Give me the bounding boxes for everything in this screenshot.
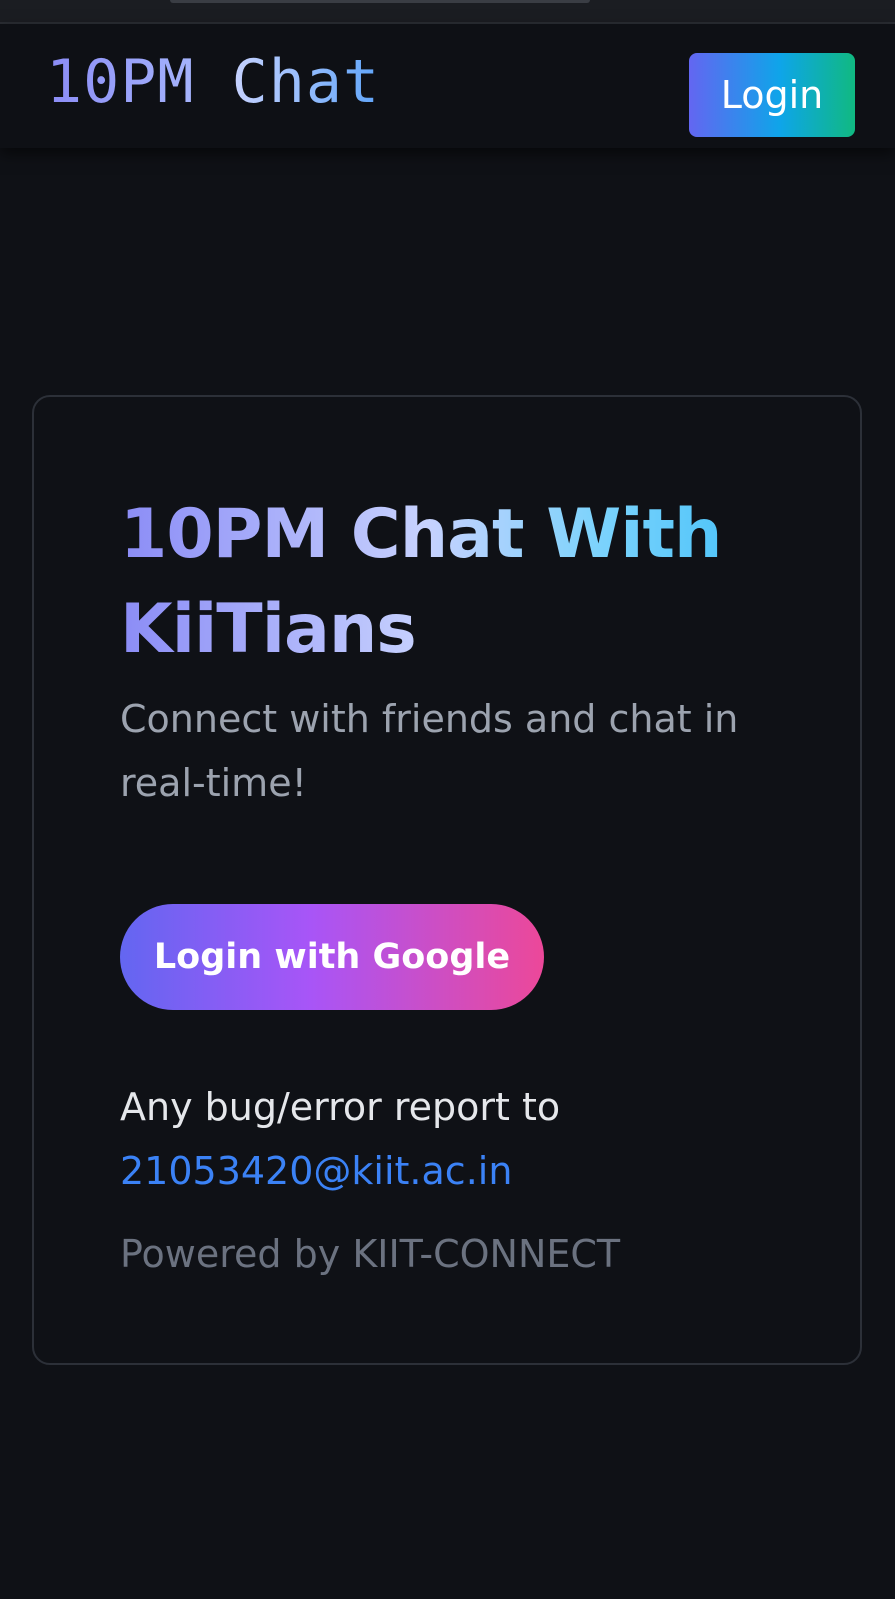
browser-top-strip — [0, 0, 895, 24]
bug-report-email-link[interactable]: 21053420@kiit.ac.in — [120, 1139, 512, 1203]
bug-report-section: Any bug/error report to 21053420@kiit.ac… — [120, 1075, 800, 1203]
login-button[interactable]: Login — [689, 53, 855, 137]
top-strip-handle — [170, 0, 590, 3]
welcome-card: 10PM Chat With KiiTians Connect with fri… — [32, 395, 862, 1365]
hero-title: 10PM Chat With KiiTians — [120, 487, 800, 677]
brand-part-2: Chat — [231, 47, 381, 117]
brand-part-1: 10PM — [46, 47, 195, 117]
hero-subtitle: Connect with friends and chat in real-ti… — [120, 697, 739, 805]
powered-by-text: Powered by KIIT-CONNECT — [120, 1232, 621, 1276]
brand-logo[interactable]: 10PM Chat — [46, 49, 380, 115]
login-with-google-button[interactable]: Login with Google — [120, 904, 544, 1010]
navbar: 10PM Chat Login — [0, 24, 895, 148]
bug-report-text: Any bug/error report to — [120, 1085, 561, 1129]
